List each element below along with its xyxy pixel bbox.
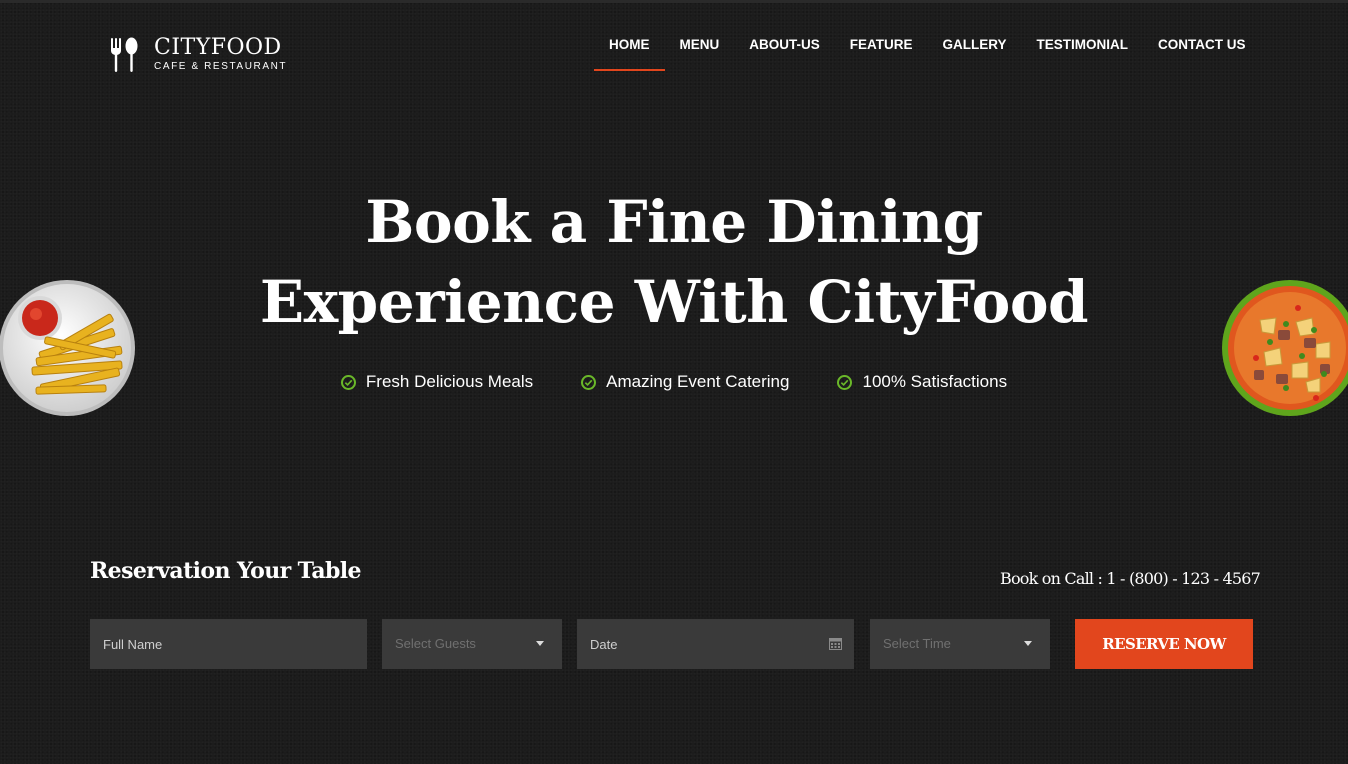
- hero-title-line-2: Experience With CityFood: [259, 268, 1089, 336]
- feature-label: Fresh Delicious Meals: [365, 372, 534, 391]
- nav-gallery[interactable]: GALLERY: [928, 36, 1022, 72]
- reserve-now-button[interactable]: RESERVE NOW: [1075, 619, 1253, 669]
- fork-spoon-icon: [111, 37, 138, 72]
- top-border: [0, 0, 1348, 3]
- date-input[interactable]: [590, 619, 854, 669]
- reservation-title: Reservation Your Table: [90, 558, 362, 584]
- feature-item: Fresh Delicious Meals: [340, 372, 534, 392]
- feature-label: Amazing Event Catering: [606, 372, 790, 391]
- logo-tagline: CAFE & RESTAURANT: [154, 61, 288, 72]
- nav-menu[interactable]: MENU: [665, 36, 735, 72]
- logo-name: CITYFOOD: [154, 35, 282, 60]
- full-name-input[interactable]: [103, 619, 367, 669]
- nav-testimonial[interactable]: TESTIMONIAL: [1022, 36, 1144, 72]
- hero-title: Book a Fine Dining Experience With CityF…: [0, 182, 1348, 342]
- check-circle-icon: [581, 374, 597, 390]
- date-field[interactable]: [577, 619, 854, 669]
- nav-home[interactable]: HOME: [594, 36, 665, 72]
- full-name-field[interactable]: [90, 619, 367, 669]
- calendar-icon[interactable]: [829, 637, 842, 650]
- caret-down-icon: [536, 641, 544, 646]
- feature-item: Amazing Event Catering: [581, 372, 789, 392]
- nav-feature[interactable]: FEATURE: [835, 36, 928, 72]
- caret-down-icon: [1024, 641, 1032, 646]
- main-nav: HOME MENU ABOUT-US FEATURE GALLERY TESTI…: [594, 36, 1261, 72]
- check-circle-icon: [340, 374, 356, 390]
- nav-contact-us[interactable]: CONTACT US: [1143, 36, 1261, 72]
- feature-label: 100% Satisfactions: [862, 372, 1008, 391]
- book-on-call[interactable]: Book on Call : 1 - (800) - 123 - 4567: [1000, 569, 1261, 588]
- hero-title-line-1: Book a Fine Dining: [365, 188, 983, 256]
- time-select-label: Select Time: [883, 636, 951, 651]
- hero-features: Fresh Delicious Meals Amazing Event Cate…: [0, 372, 1348, 392]
- guests-select[interactable]: Select Guests: [382, 619, 562, 669]
- nav-about-us[interactable]: ABOUT-US: [734, 36, 835, 72]
- time-select[interactable]: Select Time: [870, 619, 1050, 669]
- check-circle-icon: [837, 374, 853, 390]
- guests-select-label: Select Guests: [395, 636, 476, 651]
- logo[interactable]: CITYFOOD CAFE & RESTAURANT: [110, 36, 287, 73]
- feature-item: 100% Satisfactions: [837, 372, 1007, 392]
